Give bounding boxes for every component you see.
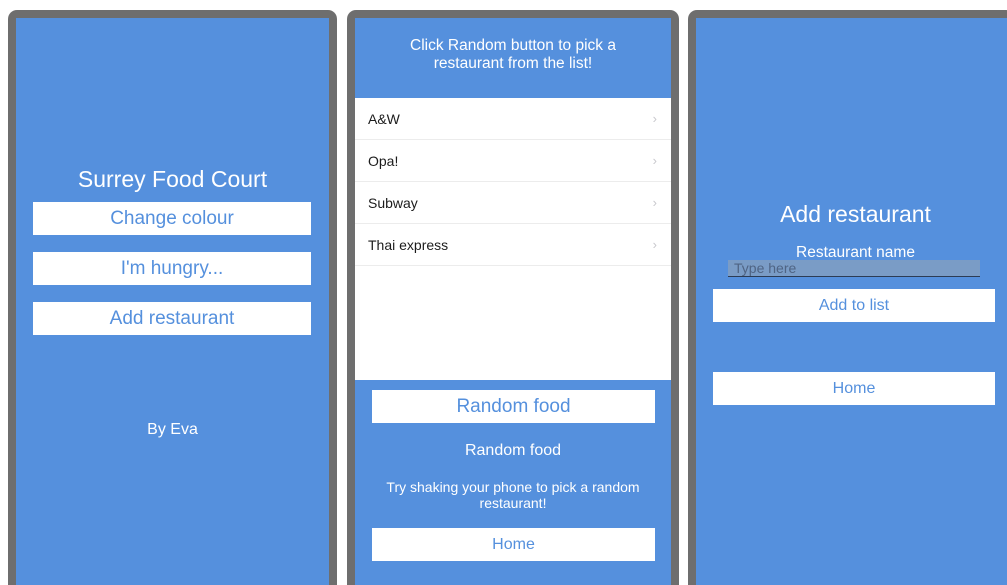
random-food-button[interactable]: Random food bbox=[372, 390, 655, 423]
home-screen: Surrey Food Court Change colour I'm hung… bbox=[16, 18, 329, 585]
device-frame-home: Surrey Food Court Change colour I'm hung… bbox=[8, 10, 337, 585]
restaurant-name: Subway bbox=[368, 194, 418, 211]
app-title: Surrey Food Court bbox=[77, 166, 268, 192]
shake-hint: Try shaking your phone to pick a random … bbox=[386, 479, 640, 511]
restaurant-name: Thai express bbox=[368, 236, 449, 253]
device-frame-add: Add restaurant Restaurant name Add to li… bbox=[688, 10, 1007, 585]
list-item[interactable]: A&W › bbox=[355, 98, 671, 140]
chevron-right-icon: › bbox=[652, 153, 657, 168]
chevron-right-icon: › bbox=[652, 237, 657, 252]
restaurant-name-input[interactable] bbox=[728, 260, 980, 277]
im-hungry-button[interactable]: I'm hungry... bbox=[33, 252, 311, 285]
random-screen: Click Random button to pick a restaurant… bbox=[355, 18, 671, 585]
change-colour-button[interactable]: Change colour bbox=[33, 202, 311, 235]
chevron-right-icon: › bbox=[652, 111, 657, 126]
instruction-header: Click Random button to pick a restaurant… bbox=[410, 37, 616, 72]
list-item[interactable]: Opa! › bbox=[355, 140, 671, 182]
restaurant-list: A&W › Opa! › Subway › Thai express › bbox=[355, 98, 671, 380]
restaurant-name: Opa! bbox=[368, 152, 399, 169]
list-item[interactable]: Subway › bbox=[355, 182, 671, 224]
home-button[interactable]: Home bbox=[713, 372, 995, 405]
device-frame-random: Click Random button to pick a restaurant… bbox=[347, 10, 679, 585]
add-restaurant-screen: Add restaurant Restaurant name Add to li… bbox=[696, 18, 1007, 585]
add-restaurant-button[interactable]: Add restaurant bbox=[33, 302, 311, 335]
chevron-right-icon: › bbox=[652, 195, 657, 210]
list-item[interactable]: Thai express › bbox=[355, 224, 671, 266]
add-restaurant-title: Add restaurant bbox=[780, 201, 931, 227]
home-button[interactable]: Home bbox=[372, 528, 655, 561]
random-result-label: Random food bbox=[464, 442, 562, 459]
add-to-list-button[interactable]: Add to list bbox=[713, 289, 995, 322]
author-credit: By Eva bbox=[147, 421, 198, 438]
restaurant-name: A&W bbox=[368, 110, 400, 127]
